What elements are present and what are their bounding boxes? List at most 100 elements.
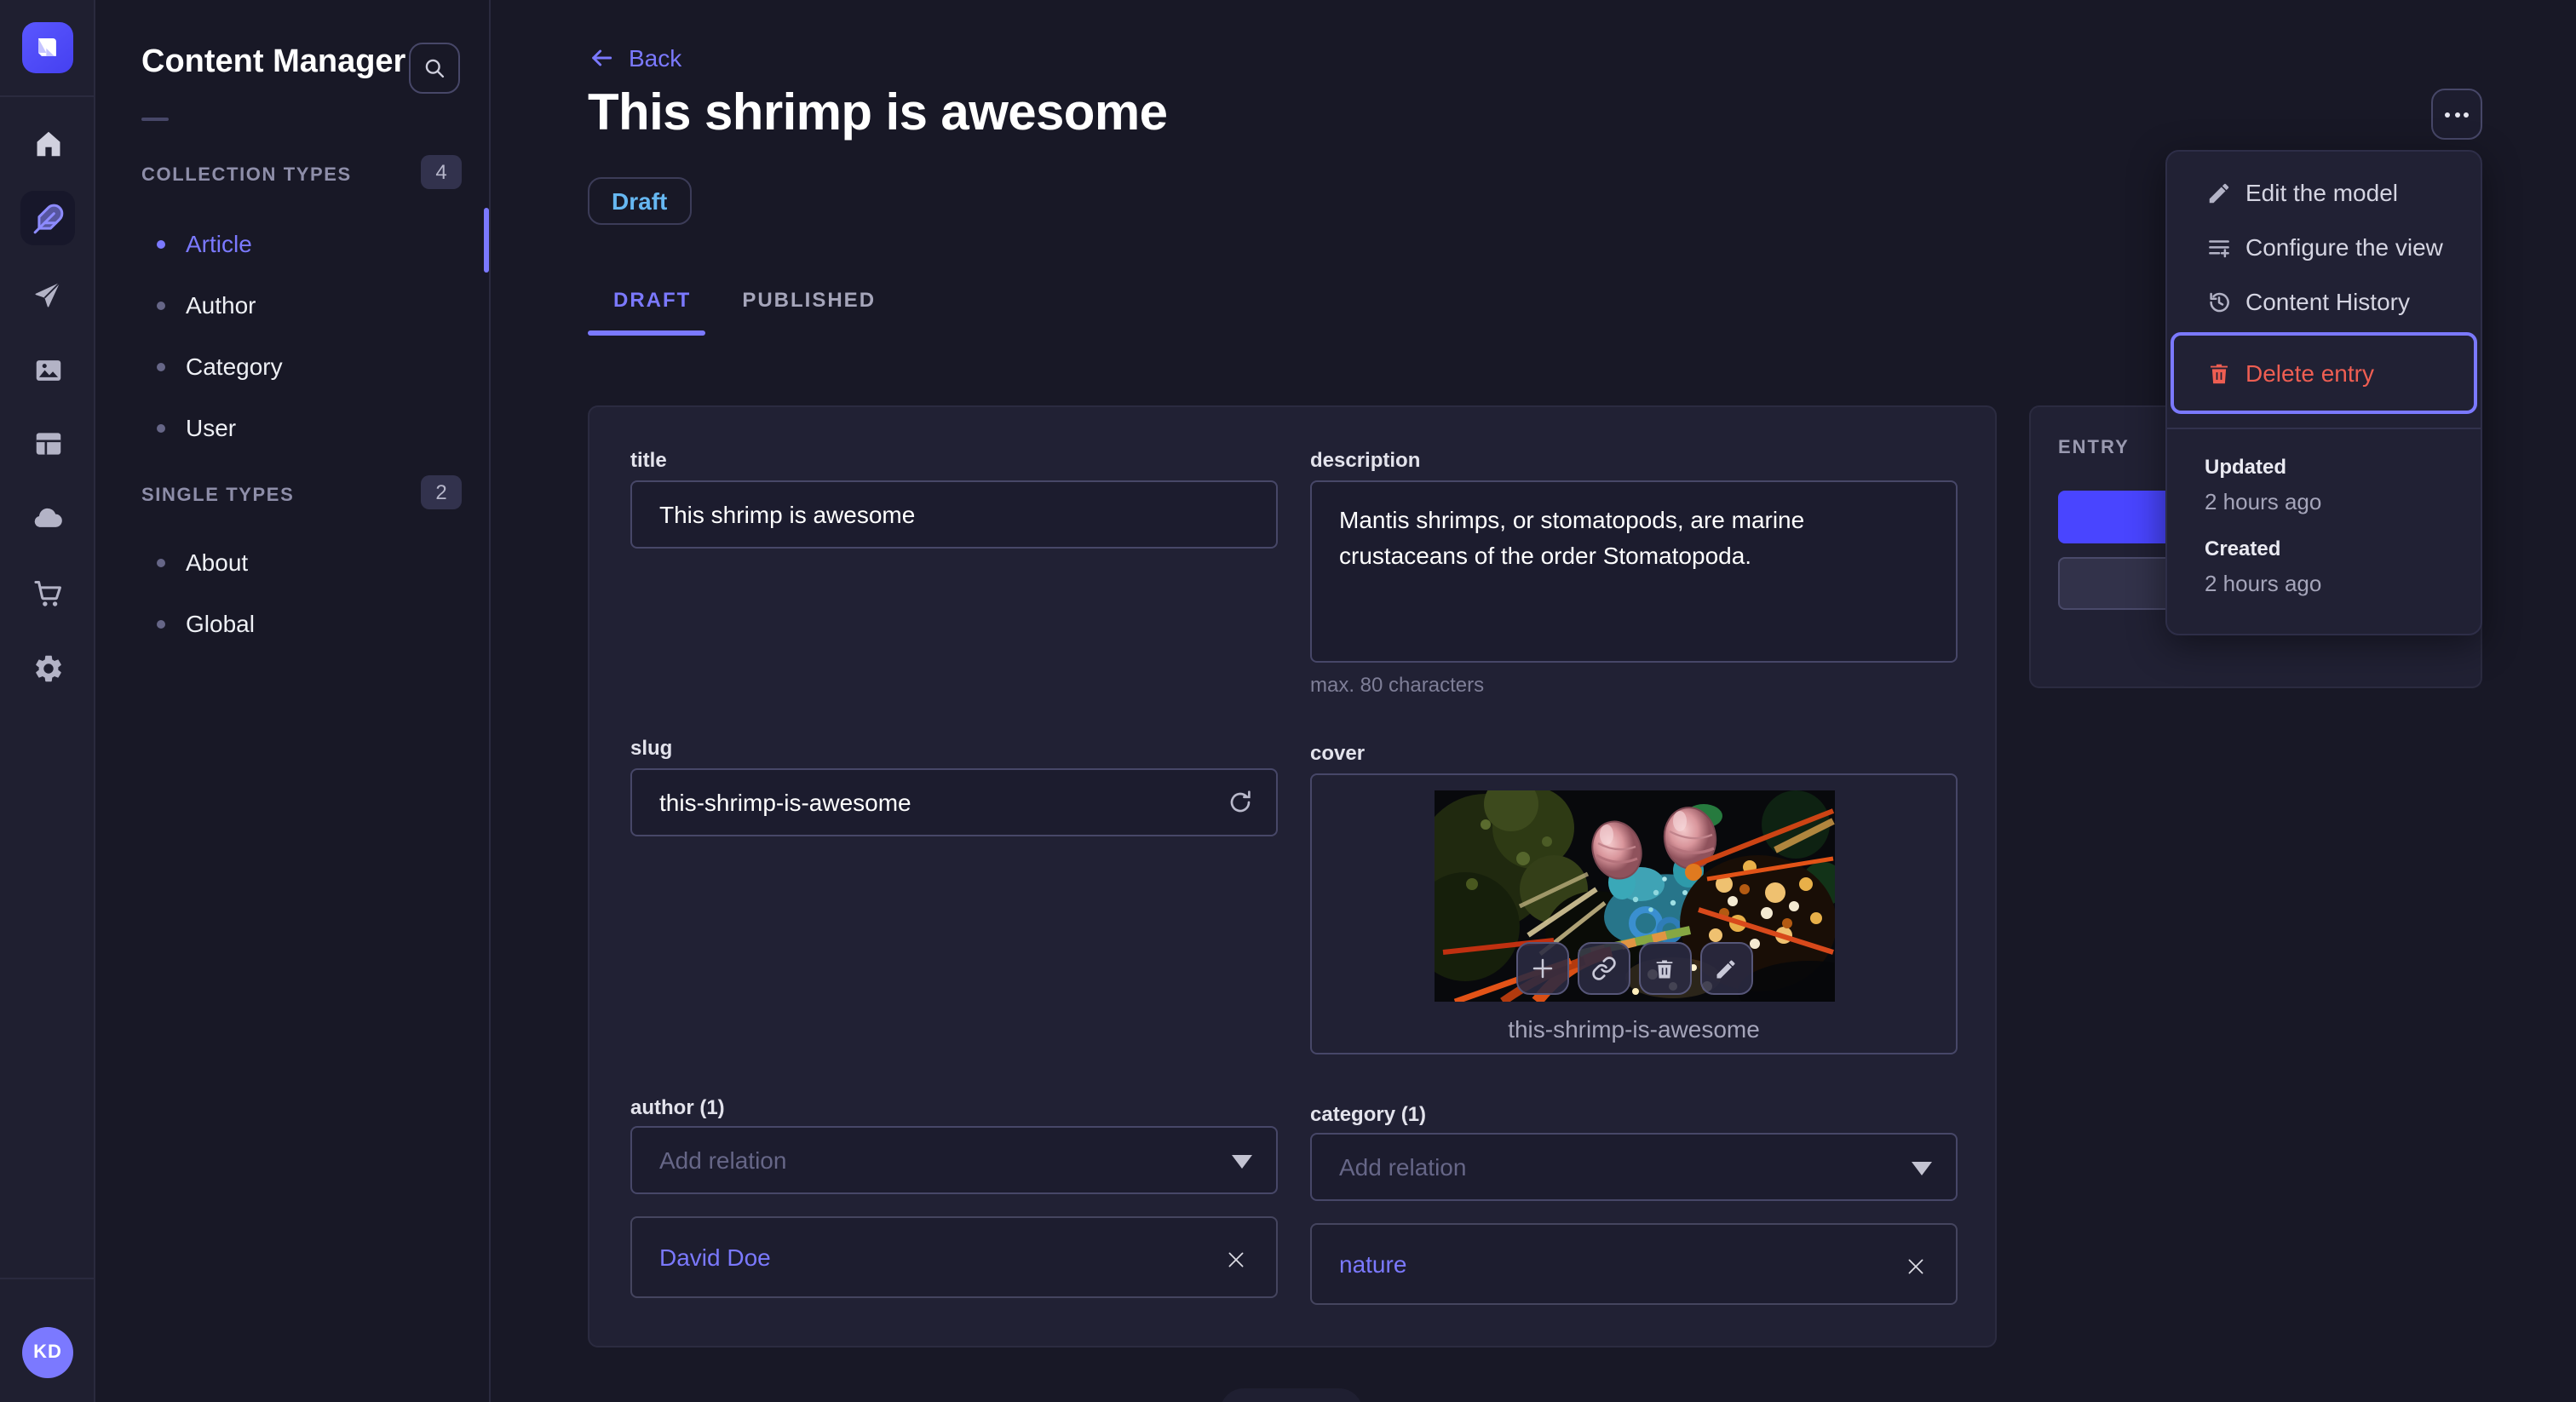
app-root: KD Content Manager COLLECTION TYPES 4 Ar… [0,0,2576,1402]
back-arrow-icon [592,49,612,66]
chevron-down-icon [1912,1162,1932,1175]
delete-entry-focus-ring: Delete entry [2171,332,2477,414]
back-button[interactable]: Back [588,44,681,72]
collection-types-count-badge: 4 [421,155,462,189]
subnav-title: Content Manager [141,44,406,80]
layout-icon [35,432,60,454]
user-avatar[interactable]: KD [22,1327,73,1378]
collapsed-element-top[interactable] [1220,1388,1363,1402]
description-field-label: description [1310,448,1421,472]
slug-input-wrap [630,768,1278,836]
subnav-item-author[interactable]: Author [129,274,477,336]
title-input[interactable] [630,480,1278,549]
cover-actions [1312,942,1956,995]
menu-item-label: Edit the model [2245,179,2398,206]
menu-item-label: Delete entry [2245,359,2374,387]
slug-input[interactable] [630,768,1278,836]
author-field-label: author (1) [630,1095,725,1119]
sidebar-item-cloud[interactable] [14,484,82,552]
add-media-button[interactable] [1515,942,1568,995]
regenerate-slug-button[interactable] [1223,785,1257,819]
cover-media-box: this-shrimp-is-awesome [1310,773,1958,1054]
rail-footer-divider [0,1278,95,1279]
description-textarea[interactable]: Mantis shrimps, or stomatopods, are mari… [1310,480,1958,663]
subnav-item-label: Article [186,230,252,257]
subnav-item-about[interactable]: About [129,531,477,593]
menu-item-content-history[interactable]: Content History [2167,274,2481,329]
gear-icon [35,654,60,681]
subnav-item-category[interactable]: Category [129,336,477,397]
tab-published[interactable]: PUBLISHED [716,273,901,327]
copy-link-button[interactable] [1577,942,1630,995]
media-library-icon [35,359,60,380]
subnav-item-label: Global [186,610,255,637]
menu-item-edit-model[interactable]: Edit the model [2167,165,2481,220]
author-relation-combobox[interactable]: Add relation [630,1126,1278,1194]
edit-media-button[interactable] [1699,942,1752,995]
search-button[interactable] [409,43,460,94]
sidebar-item-home[interactable] [14,109,82,177]
avatar-initials: KD [33,1342,62,1363]
subnav-scrollbar[interactable] [484,208,489,273]
home-icon [36,130,60,156]
chevron-down-icon [1232,1155,1252,1169]
form-column-left: title slug author (1) Add relation [630,448,1278,1305]
subnav-item-article[interactable]: Article [129,213,477,274]
category-combobox-placeholder: Add relation [1339,1153,1467,1181]
entry-form-panel: title slug author (1) Add relation [588,405,1997,1347]
author-relation-item: David Doe [630,1216,1278,1298]
active-tab-indicator [588,330,705,336]
menu-item-label: Configure the view [2245,233,2443,261]
tab-draft[interactable]: DRAFT [588,273,716,327]
sidebar-item-settings[interactable] [14,634,82,702]
category-relation-link[interactable]: nature [1339,1250,1406,1278]
bullet-icon [157,558,165,566]
slug-field-label: slug [630,736,673,760]
version-tabs: DRAFT PUBLISHED [588,273,901,327]
strapi-logo-icon [38,38,56,56]
more-actions-button[interactable] [2431,89,2482,140]
paper-plane-icon [35,282,60,307]
sidebar-item-content-type-builder[interactable] [14,409,82,477]
menu-item-configure-view[interactable]: Configure the view [2167,220,2481,274]
title-field-label: title [630,448,667,472]
section-label-single-types: SINGLE TYPES [141,486,295,506]
subnav-item-user[interactable]: User [129,397,477,458]
author-combobox-placeholder: Add relation [659,1146,787,1174]
sidebar-item-media-library[interactable] [14,336,82,404]
author-relation-link[interactable]: David Doe [659,1244,771,1271]
category-relation-item: nature [1310,1223,1958,1305]
subnav-item-label: About [186,549,249,576]
refresh-icon [1230,790,1251,813]
strapi-logo[interactable] [22,22,73,73]
remove-author-relation-button[interactable] [1215,1238,1256,1279]
menu-item-delete-entry[interactable]: Delete entry [2174,346,2474,400]
subnav-item-global[interactable]: Global [129,593,477,654]
form-column-right: description Mantis shrimps, or stomatopo… [1310,448,1958,1305]
back-label: Back [629,44,682,72]
sidebar-item-deploy[interactable] [14,261,82,329]
trash-icon [2205,359,2232,387]
search-icon [425,59,445,78]
category-relation-combobox[interactable]: Add relation [1310,1133,1958,1201]
remove-category-relation-button[interactable] [1895,1245,1935,1286]
status-badge: Draft [588,177,692,225]
close-icon [1228,1251,1243,1267]
subnav-item-label: Category [186,353,283,380]
bullet-icon [157,619,165,628]
subnav-item-label: Author [186,291,256,319]
rail-divider [0,95,95,97]
sidebar-item-content-manager[interactable] [20,191,75,245]
sidebar-item-marketplace[interactable] [14,559,82,627]
delete-media-button[interactable] [1638,942,1691,995]
page-title: This shrimp is awesome [588,85,1168,141]
menu-item-label: Content History [2245,288,2410,315]
cover-caption: this-shrimp-is-awesome [1508,1015,1760,1043]
dots-icon [2445,112,2450,117]
pencil-icon [2205,179,2232,206]
single-types-count-badge: 2 [421,475,462,509]
cloud-icon [34,508,62,527]
updated-value: 2 hours ago [2205,489,2322,514]
created-label: Created [2205,537,2281,560]
plus-icon [1532,958,1552,979]
